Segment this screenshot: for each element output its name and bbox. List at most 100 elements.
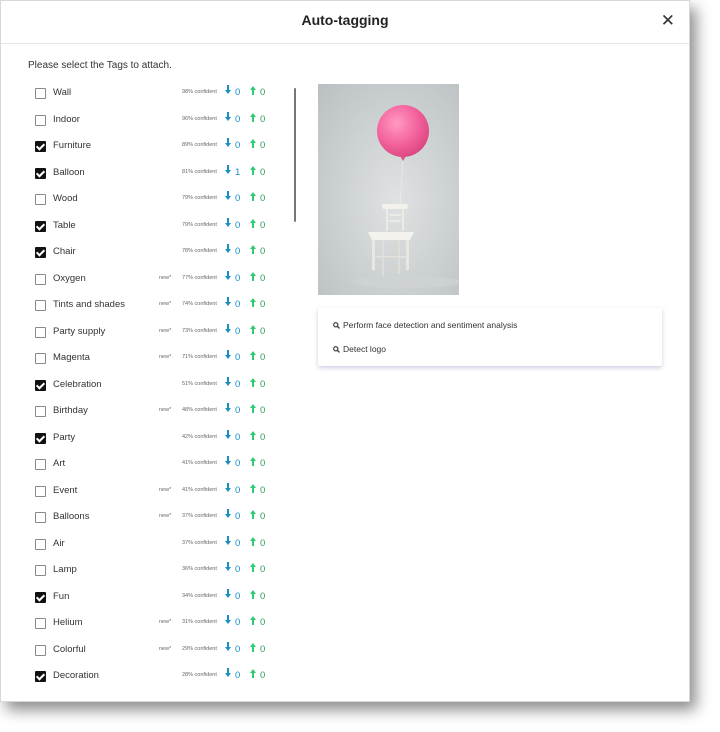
- tag-name: Party supply: [53, 325, 106, 337]
- thumbs-up-arrow-icon[interactable]: [250, 85, 256, 95]
- thumbs-down-arrow-icon[interactable]: [225, 429, 231, 440]
- thumbs-up-arrow-icon[interactable]: [250, 350, 256, 360]
- tag-checkbox[interactable]: [35, 512, 46, 523]
- detect-logo-action[interactable]: Detect logo: [333, 344, 386, 354]
- thumbs-up-arrow-icon[interactable]: [250, 403, 256, 413]
- thumbs-down-arrow-icon[interactable]: [225, 588, 231, 599]
- tag-checkbox[interactable]: [35, 565, 46, 576]
- tag-list-scrollbar[interactable]: [294, 88, 296, 222]
- tag-checkbox[interactable]: [35, 459, 46, 470]
- thumbs-up-arrow-icon[interactable]: [250, 536, 256, 546]
- thumbs-up-arrow-icon[interactable]: [250, 483, 256, 493]
- tag-name: Indoor: [53, 113, 80, 125]
- thumbs-down-arrow-icon[interactable]: [225, 111, 231, 122]
- thumbs-up-arrow-icon[interactable]: [250, 218, 256, 228]
- thumbs-up-arrow-icon[interactable]: [250, 509, 256, 519]
- up-vote-count: 0: [260, 246, 266, 257]
- tag-checkbox[interactable]: [35, 406, 46, 417]
- thumbs-up-arrow-icon[interactable]: [250, 668, 256, 678]
- tag-checkbox[interactable]: [35, 300, 46, 311]
- thumbs-down-arrow-icon[interactable]: [225, 323, 231, 334]
- thumbs-up-arrow-icon[interactable]: [250, 112, 256, 122]
- tag-name: Celebration: [53, 378, 102, 390]
- up-vote-count: 0: [260, 219, 266, 231]
- tag-checkbox[interactable]: [35, 591, 46, 603]
- thumbs-up-arrow-icon[interactable]: [250, 615, 256, 625]
- tag-confidence: 37% confident: [182, 513, 217, 519]
- thumbs-down-arrow-icon[interactable]: [225, 668, 231, 678]
- up-vote-count: 0: [260, 564, 266, 575]
- tag-confidence: 77% confident: [182, 274, 217, 281]
- thumbs-down-arrow-icon[interactable]: [225, 244, 231, 254]
- search-icon: [333, 346, 340, 353]
- tag-row: Lamp 36% confident 0 0: [1, 557, 291, 583]
- thumbs-down-arrow-icon[interactable]: [225, 456, 231, 466]
- thumbs-up-arrow-icon[interactable]: [250, 377, 256, 387]
- tag-name: Tints and shades: [53, 299, 125, 310]
- tag-checkbox[interactable]: [35, 194, 46, 205]
- thumbs-down-arrow-icon[interactable]: [225, 138, 231, 148]
- thumbs-down-arrow-icon[interactable]: [225, 509, 231, 519]
- thumbs-up-arrow-icon[interactable]: [250, 562, 256, 572]
- tag-confidence: 37% confident: [182, 539, 217, 546]
- tag-checkbox[interactable]: [35, 220, 46, 232]
- thumbs-down-arrow-icon[interactable]: [225, 270, 231, 281]
- down-vote-count: 0: [235, 246, 241, 257]
- thumbs-up-arrow-icon[interactable]: [250, 297, 256, 307]
- tag-row: Celebration 51% confident 0 0: [1, 372, 291, 398]
- thumbs-down-arrow-icon[interactable]: [225, 85, 231, 95]
- tag-checkbox[interactable]: [35, 644, 46, 656]
- thumbs-down-arrow-icon[interactable]: [225, 297, 231, 307]
- thumbs-down-arrow-icon[interactable]: [225, 191, 231, 201]
- thumbs-up-arrow-icon[interactable]: [250, 642, 256, 652]
- thumbs-down-arrow-icon[interactable]: [225, 350, 231, 360]
- thumbs-down-arrow-icon[interactable]: [225, 217, 231, 228]
- thumbs-down-arrow-icon[interactable]: [225, 482, 231, 493]
- close-icon[interactable]: ✕: [661, 11, 675, 31]
- new-tag-badge: new*: [159, 274, 172, 281]
- new-tag-badge: new*: [159, 327, 172, 334]
- thumbs-up-arrow-icon[interactable]: [250, 191, 256, 201]
- tag-checkbox[interactable]: [35, 618, 46, 629]
- tag-checkbox[interactable]: [35, 538, 46, 550]
- thumbs-up-arrow-icon[interactable]: [250, 324, 256, 334]
- tag-checkbox[interactable]: [35, 353, 46, 364]
- tag-name: Chair: [53, 246, 76, 257]
- tag-checkbox[interactable]: [35, 671, 46, 682]
- thumbs-down-arrow-icon[interactable]: [225, 562, 231, 572]
- thumbs-up-arrow-icon[interactable]: [250, 138, 256, 148]
- thumbs-up-arrow-icon[interactable]: [250, 271, 256, 281]
- tag-checkbox[interactable]: [35, 432, 46, 444]
- dialog-header: Auto-tagging ✕: [1, 1, 689, 44]
- tag-checkbox[interactable]: [35, 88, 46, 99]
- thumbs-up-arrow-icon[interactable]: [250, 589, 256, 599]
- tag-confidence: 29% confident: [182, 645, 217, 652]
- tag-row: Air 37% confident 0 0: [1, 531, 291, 557]
- thumbs-down-arrow-icon[interactable]: [225, 164, 231, 175]
- down-vote-count: 0: [235, 484, 241, 496]
- thumbs-down-arrow-icon[interactable]: [225, 376, 231, 387]
- thumbs-down-arrow-icon[interactable]: [225, 403, 231, 413]
- tag-checkbox[interactable]: [35, 167, 46, 179]
- tag-checkbox[interactable]: [35, 485, 46, 497]
- thumbs-down-arrow-icon[interactable]: [225, 641, 231, 652]
- thumbs-down-arrow-icon[interactable]: [225, 535, 231, 546]
- face-detection-action[interactable]: Perform face detection and sentiment ana…: [333, 320, 517, 330]
- thumbs-down-arrow-icon[interactable]: [225, 615, 231, 625]
- tag-row: Balloons new* 37% confident 0 0: [1, 504, 291, 530]
- tag-checkbox[interactable]: [35, 326, 46, 338]
- thumbs-up-arrow-icon[interactable]: [250, 244, 256, 254]
- tag-name: Decoration: [53, 670, 99, 681]
- thumbs-up-arrow-icon[interactable]: [250, 456, 256, 466]
- tag-checkbox[interactable]: [35, 379, 46, 391]
- tag-confidence: 34% confident: [182, 592, 217, 599]
- tag-checkbox[interactable]: [35, 141, 46, 152]
- thumbs-up-arrow-icon[interactable]: [250, 430, 256, 440]
- thumbs-up-arrow-icon[interactable]: [250, 165, 256, 175]
- tag-checkbox[interactable]: [35, 114, 46, 126]
- tag-row: Art 41% confident 0 0: [1, 451, 291, 477]
- tag-checkbox[interactable]: [35, 273, 46, 285]
- down-vote-count: 0: [235, 219, 241, 231]
- tag-checkbox[interactable]: [35, 247, 46, 258]
- analysis-actions-panel: Perform face detection and sentiment ana…: [318, 308, 662, 366]
